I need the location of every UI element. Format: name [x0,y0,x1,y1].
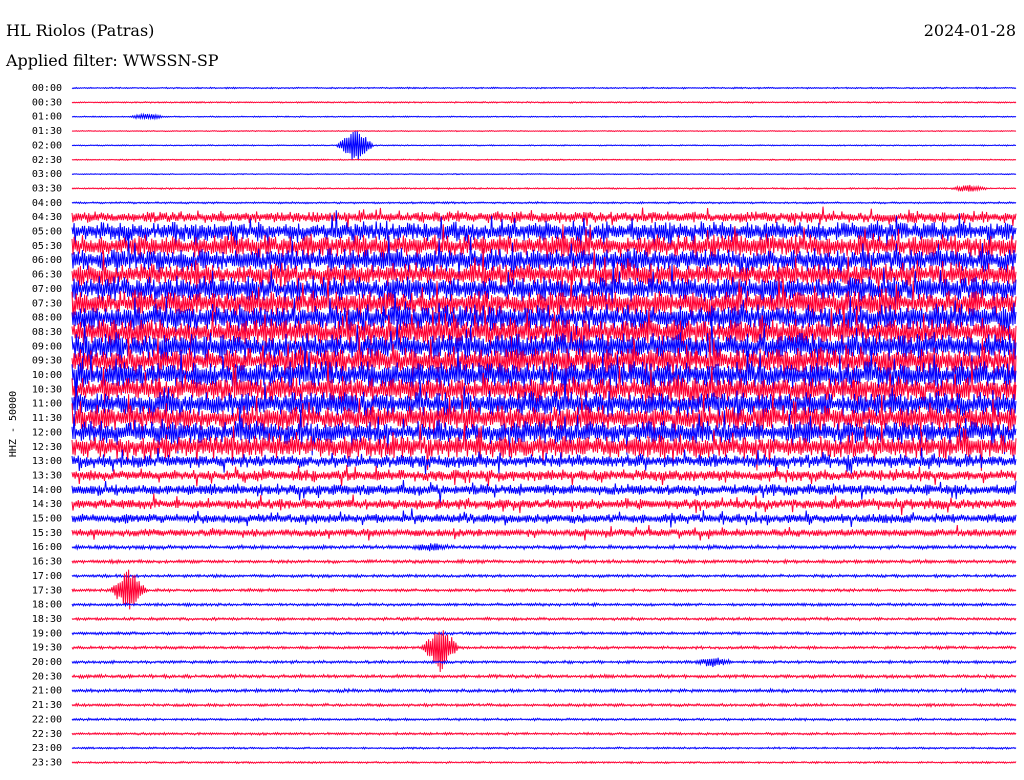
row-tick-label: 11:30 [32,413,62,424]
row-tick-label: 06:00 [32,255,62,266]
row-tick-label: 23:00 [32,743,62,754]
row-tick-label: 08:30 [32,327,62,338]
row-tick-label: 18:00 [32,600,62,611]
trace-row [71,630,1017,637]
trace-row [71,573,1017,579]
filter-label: Applied filter: WWSSN-SP [5,51,219,70]
row-tick-label: 22:30 [32,729,62,740]
trace-row [71,493,1017,516]
row-tick-label: 12:30 [32,442,62,453]
trace-row [71,112,1017,121]
y-axis-label: HHZ - 50000 [8,391,19,457]
station-title: HL Riolos (Patras) [6,21,154,40]
trace-row [71,200,1017,205]
row-tick-label: 05:30 [32,241,62,252]
trace-row [71,508,1017,528]
trace-row [71,158,1017,162]
row-tick-label: 15:30 [32,528,62,539]
row-tick-label: 10:30 [32,384,62,395]
row-tick-label: 18:30 [32,614,62,625]
row-tick-label: 03:30 [32,183,62,194]
trace-row [71,131,1017,161]
row-tick-label: 03:00 [32,169,62,180]
trace-row [71,731,1017,737]
row-tick-label: 09:30 [32,356,62,367]
row-tick-label: 16:30 [32,557,62,568]
row-tick-label: 02:00 [32,140,62,151]
row-tick-label: 20:00 [32,657,62,668]
row-tick-label: 17:00 [32,571,62,582]
trace-row [71,129,1017,133]
trace-row [71,673,1017,680]
row-tick-label: 23:30 [32,757,62,768]
trace-row [71,702,1017,708]
row-tick-label: 20:30 [32,671,62,682]
row-tick-label: 07:00 [32,284,62,295]
trace-row [71,524,1017,541]
row-tick-label: 10:00 [32,370,62,381]
row-tick-label: 02:30 [32,155,62,166]
trace-row [71,558,1017,565]
trace-row [71,657,1017,668]
row-tick-label: 05:00 [32,227,62,238]
trace-row [71,717,1017,722]
row-tick-label: 21:00 [32,686,62,697]
row-tick-label: 19:30 [32,643,62,654]
row-tick-label: 01:30 [32,126,62,137]
trace-row [71,543,1017,552]
row-tick-label: 17:30 [32,585,62,596]
trace-rows [71,86,1017,765]
row-tick-labels: 00:00 00:30 01:00 01:30 02:00 02:30 03:00 03:30… [32,83,62,768]
row-tick-label: 07:30 [32,298,62,309]
trace-row [71,616,1017,622]
row-tick-label: 00:30 [32,97,62,108]
trace-row [71,172,1017,176]
row-tick-label: 04:00 [32,198,62,209]
row-tick-label: 22:00 [32,714,62,725]
trace-row [71,184,1017,192]
trace-row [71,687,1017,694]
row-tick-label: 01:00 [32,112,62,123]
row-tick-label: 06:30 [32,270,62,281]
row-tick-label: 14:00 [32,485,62,496]
row-tick-label: 21:30 [32,700,62,711]
row-tick-label: 00:00 [32,83,62,94]
trace-row [71,464,1017,487]
trace-row [71,206,1017,228]
trace-row [71,630,1017,673]
row-tick-label: 19:00 [32,628,62,639]
row-tick-label: 15:00 [32,514,62,525]
helicorder-chart: HL Riolos (Patras) 2024-01-28 Applied fi… [5,21,1017,768]
row-tick-label: 09:00 [32,341,62,352]
trace-row [71,86,1017,90]
row-tick-label: 14:30 [32,499,62,510]
row-tick-label: 13:30 [32,470,62,481]
trace-row [71,760,1017,765]
row-tick-label: 08:00 [32,313,62,324]
row-tick-label: 04:30 [32,212,62,223]
trace-row [71,601,1017,608]
row-tick-label: 13:00 [32,456,62,467]
row-tick-label: 16:00 [32,542,62,553]
date-label: 2024-01-28 [924,21,1016,40]
trace-row [71,746,1017,751]
trace-row [71,480,1017,504]
row-tick-label: 12:00 [32,427,62,438]
trace-row [71,100,1017,104]
row-tick-label: 11:00 [32,399,62,410]
